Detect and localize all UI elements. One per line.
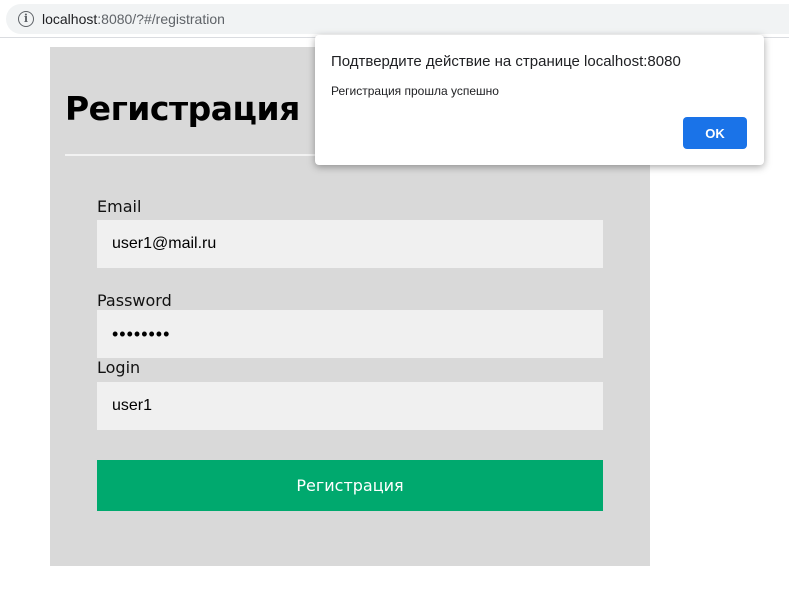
- confirm-dialog: Подтвердите действие на странице localho…: [315, 35, 764, 165]
- dialog-title: Подтвердите действие на странице localho…: [331, 53, 681, 70]
- ok-button[interactable]: OK: [683, 117, 747, 149]
- url-text[interactable]: localhost:8080/?#/registration: [42, 11, 225, 27]
- login-field[interactable]: user1: [97, 382, 603, 430]
- browser-address-bar: i localhost:8080/?#/registration: [0, 0, 789, 38]
- page-title: Регистрация: [65, 89, 300, 128]
- login-label: Login: [97, 358, 141, 377]
- info-icon[interactable]: i: [18, 11, 34, 27]
- url-path: :8080/?#/registration: [97, 11, 225, 27]
- url-host: localhost: [42, 11, 98, 27]
- url-field[interactable]: i localhost:8080/?#/registration: [6, 4, 789, 34]
- password-label: Password: [97, 291, 172, 310]
- email-label: Email: [97, 197, 142, 216]
- register-button[interactable]: Регистрация: [97, 460, 603, 511]
- password-field[interactable]: ••••••••: [97, 310, 603, 358]
- dialog-message: Регистрация прошла успешно: [331, 84, 499, 98]
- email-field[interactable]: user1@mail.ru: [97, 220, 603, 268]
